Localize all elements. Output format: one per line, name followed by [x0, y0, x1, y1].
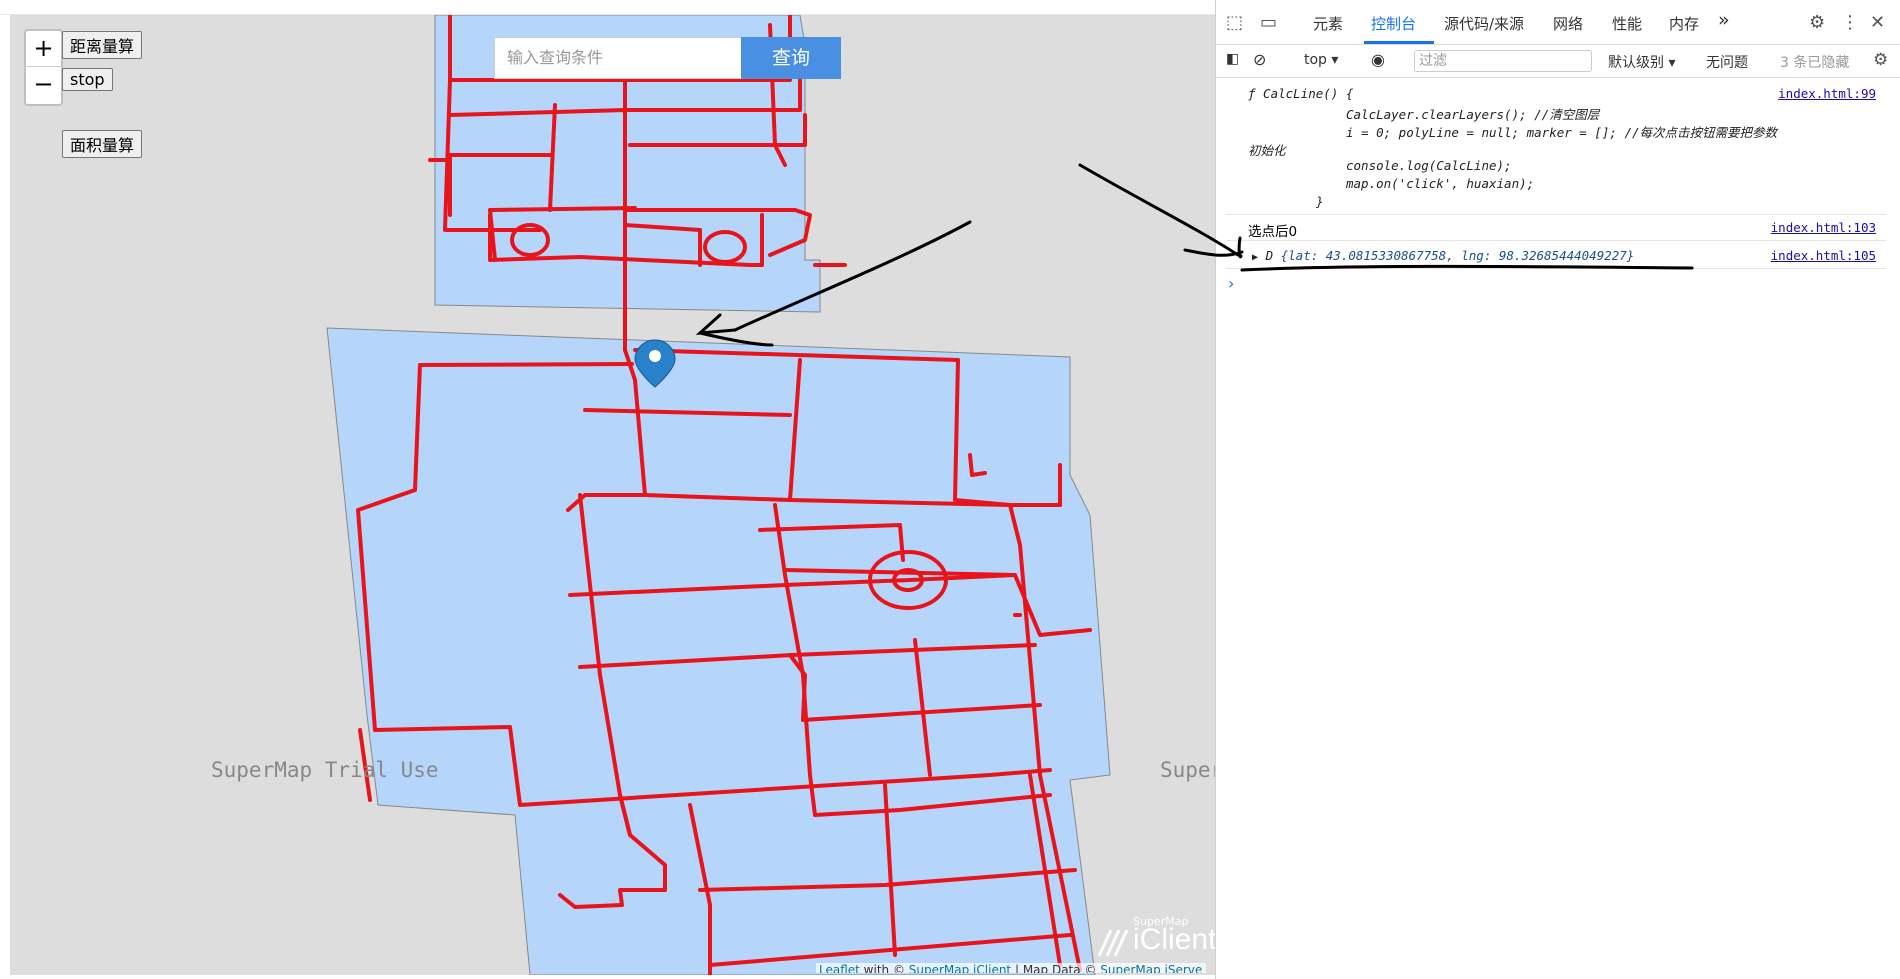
code-line: }	[1316, 194, 1324, 209]
device-toggle-icon[interactable]: ▭	[1260, 12, 1277, 33]
tab-network[interactable]: 网络	[1553, 13, 1583, 34]
more-tabs-icon[interactable]: »	[1718, 9, 1730, 31]
tab-memory[interactable]: 内存	[1669, 13, 1699, 34]
issues-label[interactable]: 无问题	[1706, 52, 1748, 72]
leaflet-link[interactable]: Leaflet	[819, 963, 860, 973]
hidden-count-label: 3 条已隐藏	[1780, 55, 1850, 71]
context-selector[interactable]: top ▾	[1304, 52, 1338, 68]
log-separator	[1226, 268, 1886, 269]
code-line: i = 0; polyLine = null; marker = []; //每…	[1346, 125, 1778, 140]
devtools-tabbar: ⬚ ▭ 元素 控制台 源代码/来源 网络 性能 内存 » ⚙ ⋮ ✕	[1216, 0, 1900, 45]
attribution-mapdata: | Map Data ©	[1011, 963, 1101, 973]
code-line: console.log(CalcLine);	[1346, 158, 1512, 173]
iclient-logo-text: iClient	[1133, 923, 1215, 956]
trial-watermark: SuperMap Trial Use	[211, 758, 439, 782]
source-link[interactable]: index.html:103	[1771, 220, 1876, 235]
log-separator	[1226, 240, 1886, 241]
settings-gear-icon[interactable]: ⚙	[1809, 12, 1825, 33]
tab-sources[interactable]: 源代码/来源	[1444, 13, 1524, 34]
distance-measure-button[interactable]: 距离量算	[62, 31, 143, 59]
area-measure-button[interactable]: 面积量算	[62, 130, 143, 158]
iserver-link[interactable]: SuperMap iServe	[1100, 963, 1202, 973]
object-value: {lat: 43.0815330867758, lng: 98.32685444…	[1280, 248, 1635, 263]
tab-elements[interactable]: 元素	[1313, 13, 1343, 34]
code-line: CalcLayer.clearLayers(); //清空图层	[1346, 107, 1600, 122]
clear-console-icon[interactable]: ⊘	[1253, 50, 1266, 69]
live-expression-eye-icon[interactable]: ◉	[1371, 50, 1385, 69]
context-label: top	[1304, 52, 1327, 68]
more-options-icon[interactable]: ⋮	[1841, 12, 1859, 33]
close-devtools-icon[interactable]: ✕	[1870, 12, 1885, 33]
tab-console[interactable]: 控制台	[1371, 13, 1416, 34]
supermap-link[interactable]: SuperMap iClient	[909, 963, 1011, 973]
zoom-out-button[interactable]: −	[26, 67, 61, 103]
zoom-in-button[interactable]: +	[26, 31, 61, 67]
browser-top-strip	[0, 0, 1215, 15]
attribution-with: with ©	[859, 963, 909, 973]
stop-button[interactable]: stop	[62, 68, 113, 91]
trial-watermark-2: Super	[1160, 758, 1215, 782]
source-link[interactable]: index.html:105	[1771, 248, 1876, 263]
expand-triangle-icon[interactable]: ▶	[1252, 252, 1258, 263]
sidebar-toggle-icon[interactable]: ◧	[1226, 51, 1239, 67]
zoom-control: + −	[24, 29, 63, 106]
console-settings-icon[interactable]: ⚙	[1873, 50, 1888, 70]
source-link[interactable]: index.html:99	[1778, 86, 1876, 101]
iclient-logo-icon	[1097, 929, 1129, 957]
active-tab-indicator	[1364, 41, 1434, 44]
console-filter-input[interactable]: 过滤	[1414, 50, 1592, 72]
console-prompt[interactable]: ›	[1228, 274, 1900, 293]
inspect-element-icon[interactable]: ⬚	[1226, 12, 1243, 33]
devtools-panel: ⬚ ▭ 元素 控制台 源代码/来源 网络 性能 内存 » ⚙ ⋮ ✕ ◧ ⊘ t…	[1215, 0, 1900, 979]
code-line: map.on('click', huaxian);	[1346, 176, 1535, 191]
map-canvas[interactable]	[10, 15, 1215, 975]
log-level-label: 默认级别	[1608, 55, 1664, 71]
console-toolbar: ◧ ⊘ top ▾ ◉ 过滤 默认级别 ▾ 无问题 3 条已隐藏 ⚙	[1216, 45, 1900, 78]
log-level-dropdown[interactable]: 默认级别 ▾	[1608, 52, 1675, 72]
search-input[interactable]: 输入查询条件	[494, 37, 744, 79]
map-view[interactable]: + − 距离量算 stop 面积量算 输入查询条件 查询 SuperMap Tr…	[10, 15, 1215, 975]
log-separator	[1226, 214, 1886, 215]
code-line: 初始化	[1248, 143, 1286, 158]
tab-performance[interactable]: 性能	[1612, 13, 1642, 34]
object-prefix: D	[1265, 248, 1281, 263]
map-attribution: Leaflet with © SuperMap iClient | Map Da…	[816, 963, 1206, 973]
search-button[interactable]: 查询	[741, 37, 841, 79]
